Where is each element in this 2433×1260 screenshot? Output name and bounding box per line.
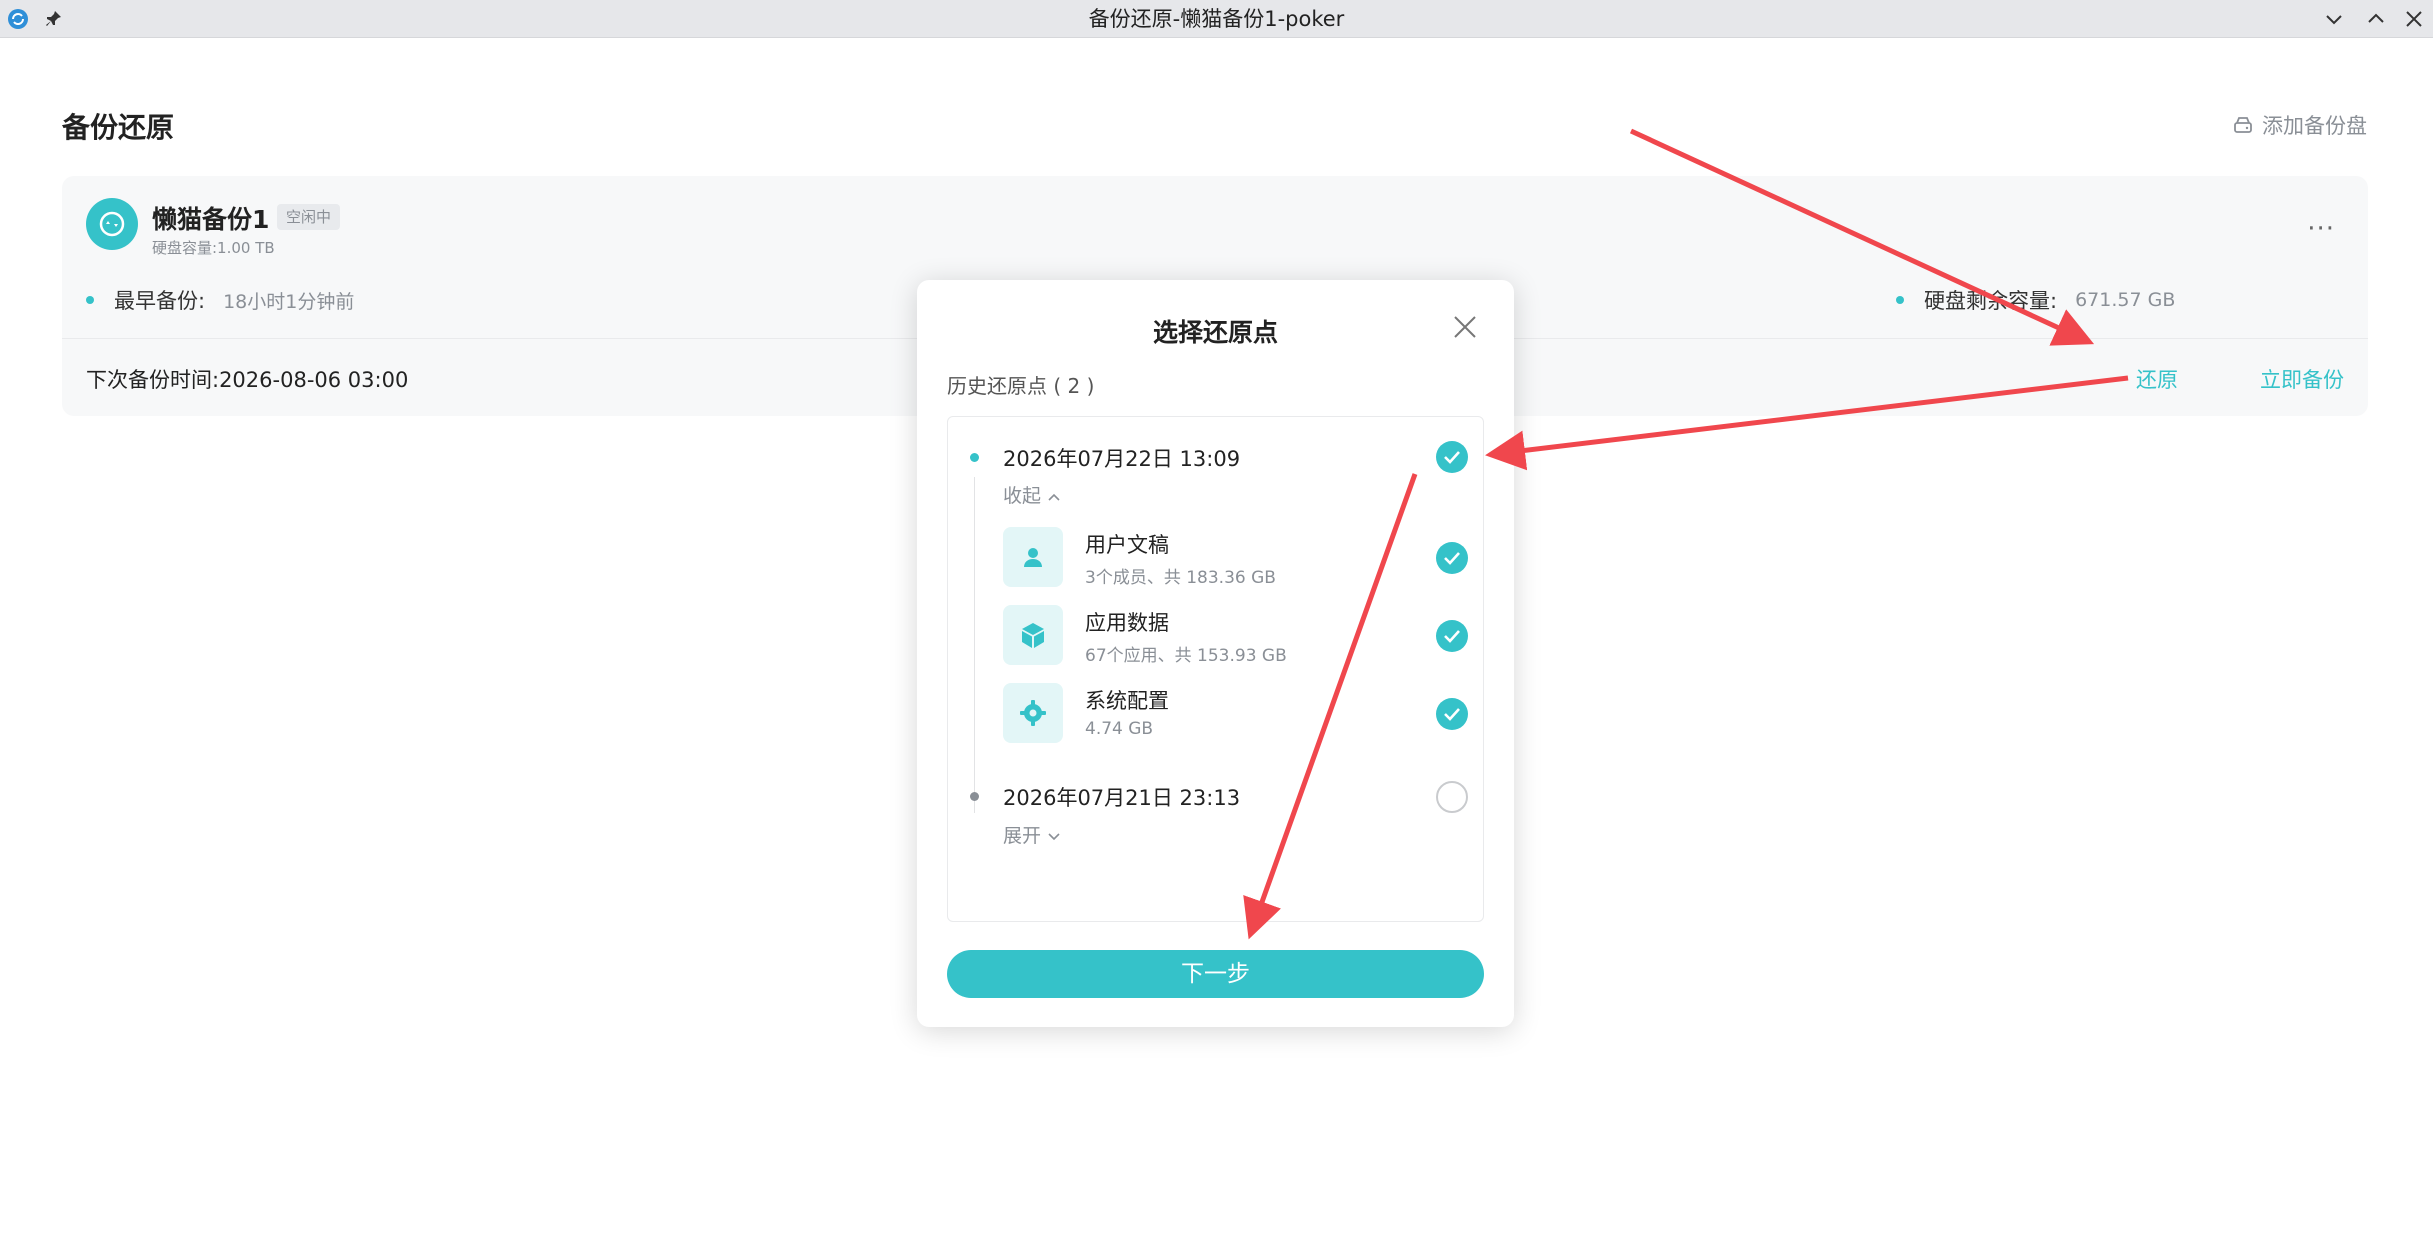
chevron-down-icon [1048,833,1060,841]
remaining-capacity-label: 硬盘剩余容量: [1924,289,2058,313]
timeline-dot [970,453,979,462]
earliest-backup-stat: 最早备份: 18小时1分钟前 [86,285,354,315]
restore-point-dialog: 选择还原点 历史还原点 ( 2 ) 2026年07月22日 13:09 收起 用… [917,280,1514,1027]
collapse-toggle[interactable]: 收起 [1003,481,1061,508]
restore-link[interactable]: 还原 [2136,364,2178,394]
item-checkbox[interactable] [1436,698,1468,730]
item-name: 系统配置 [1085,689,1169,713]
check-icon [1444,451,1460,464]
item-name: 用户文稿 [1085,533,1169,557]
item-checkbox[interactable] [1436,620,1468,652]
item-desc: 4.74 GB [1085,719,1154,739]
timeline-dot [970,792,979,801]
dialog-title: 选择还原点 [1152,318,1278,347]
more-options-button[interactable]: ··· [2307,214,2335,244]
window-titlebar: 备份还原-懒猫备份1-poker [0,0,2433,38]
gear-icon [1003,683,1063,743]
status-badge: 空闲中 [277,204,341,230]
item-desc: 3个成员、共 183.36 GB [1085,568,1276,588]
restore-point-checkbox[interactable] [1436,781,1468,813]
history-restore-points-label: 历史还原点 ( 2 ) [947,374,1095,398]
restore-point-date[interactable]: 2026年07月21日 23:13 [1003,782,1240,812]
check-icon [1444,552,1460,565]
disk-icon [2234,117,2252,133]
add-backup-disk-label: 添加备份盘 [2262,114,2367,138]
check-icon [1444,708,1460,721]
restore-point-checkbox[interactable] [1436,441,1468,473]
backup-sync-icon [86,198,138,250]
close-icon[interactable] [1452,314,1478,340]
stat-dot [86,296,94,304]
chevron-up-icon [1048,493,1060,501]
user-icon [1003,527,1063,587]
disk-capacity: 硬盘容量:1.00 TB [152,239,275,257]
item-name: 应用数据 [1085,611,1169,635]
page-title: 备份还原 [62,111,175,144]
backup-now-link[interactable]: 立即备份 [2260,364,2344,394]
window-title: 备份还原-懒猫备份1-poker [1088,7,1345,31]
minimize-icon[interactable] [2322,7,2346,31]
restore-point-list: 2026年07月22日 13:09 收起 用户文稿 3个成员、共 183.36 … [947,416,1484,922]
backup-name: 懒猫备份1 [152,205,270,234]
item-checkbox[interactable] [1436,542,1468,574]
collapse-label: 收起 [1003,485,1042,507]
remaining-capacity-value: 671.57 GB [2075,289,2176,311]
item-desc: 67个应用、共 153.93 GB [1085,646,1287,666]
next-step-button[interactable]: 下一步 [947,950,1484,998]
earliest-backup-value: 18小时1分钟前 [223,290,355,313]
add-backup-disk-button[interactable]: 添加备份盘 [2232,110,2367,140]
stat-dot [1896,296,1904,304]
cube-icon [1003,605,1063,665]
restore-point-date[interactable]: 2026年07月22日 13:09 [1003,443,1240,473]
close-window-icon[interactable] [2402,7,2426,31]
remaining-capacity-stat: 硬盘剩余容量: 671.57 GB [1896,285,2175,315]
next-backup-time: 下次备份时间:2026-08-06 03:00 [86,368,409,392]
expand-toggle[interactable]: 展开 [1003,821,1061,848]
earliest-backup-label: 最早备份: [114,289,206,313]
maximize-icon[interactable] [2364,7,2388,31]
check-icon [1444,630,1460,643]
timeline-line [974,477,975,813]
expand-label: 展开 [1003,825,1042,847]
